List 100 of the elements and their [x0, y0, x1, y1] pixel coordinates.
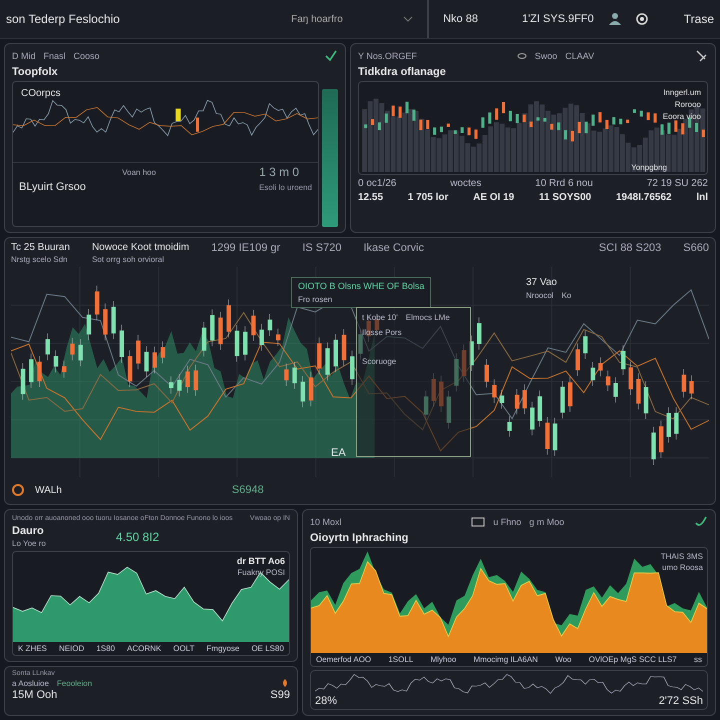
- candle: [460, 127, 464, 133]
- candle: [606, 370, 610, 392]
- candle: [276, 328, 280, 346]
- candle: [646, 112, 650, 120]
- candle: [583, 330, 588, 360]
- candle: [660, 124, 664, 135]
- candle: [598, 112, 602, 122]
- candle: [325, 342, 330, 381]
- candle: [481, 117, 484, 128]
- stat-value: 72 19 SU 262: [646, 178, 708, 189]
- candle: [284, 363, 289, 386]
- candle: [446, 390, 452, 429]
- filter-label[interactable]: CLAAV: [565, 51, 594, 61]
- candle: [94, 285, 100, 320]
- candle: [426, 120, 430, 130]
- header-value: Ikase Corvic: [363, 242, 424, 254]
- card-title: 15M Ooh: [12, 689, 58, 701]
- header-value: IS S720: [302, 242, 342, 254]
- axis-label: Oemerfod AOO: [316, 655, 372, 664]
- legend-label: Eoora vioo: [662, 112, 701, 121]
- candle: [484, 358, 489, 388]
- panel-title: Toopfolx: [12, 66, 59, 78]
- candle: [469, 335, 474, 372]
- footer-value: S6948: [232, 484, 264, 496]
- candle: [644, 381, 648, 420]
- candle: [350, 350, 354, 386]
- axis-label: ACORNK: [127, 644, 162, 653]
- tag-label[interactable]: Fnasl: [44, 51, 66, 61]
- marker-label: EA: [331, 447, 346, 459]
- tag-label[interactable]: D Mid: [12, 51, 36, 61]
- candle: [576, 343, 580, 376]
- candle: [462, 344, 466, 382]
- candle: [194, 364, 198, 396]
- circle-icon: [11, 483, 25, 497]
- candle: [682, 368, 686, 398]
- legend-title: THAIS 3MS: [660, 552, 703, 561]
- candle: [62, 360, 66, 378]
- card-link[interactable]: Feooleion: [56, 678, 92, 688]
- candle: [342, 328, 346, 366]
- candle: [176, 108, 181, 122]
- candle: [514, 388, 520, 415]
- candle: [196, 118, 200, 132]
- candle: [177, 374, 182, 397]
- detail-subtitle: Ilosse Pors: [362, 328, 403, 337]
- candle: [667, 122, 670, 134]
- search-field[interactable]: Faŋ hoarfro: [289, 12, 374, 26]
- candle: [317, 337, 322, 375]
- axis-label: Mmocimg ILA6AN: [474, 655, 538, 664]
- candle: [552, 418, 558, 456]
- legend-title: dr BTT Ao6: [236, 556, 285, 566]
- legend-label: Inngerl.um: [662, 88, 701, 97]
- stat-value: 10 Rrd 6 nou: [535, 178, 593, 189]
- candle: [545, 416, 550, 455]
- candle: [292, 362, 297, 390]
- panel-title: Tidkdra oflanage: [358, 66, 447, 78]
- candle: [689, 375, 694, 400]
- candle: [419, 120, 422, 130]
- toggle-icon[interactable]: [636, 12, 650, 26]
- ticker-value: 1'ZI SYS.9FF0: [522, 13, 594, 25]
- candle: [538, 390, 542, 427]
- candle: [500, 390, 504, 409]
- candle: [492, 378, 497, 404]
- filter-label[interactable]: g m Moo: [529, 517, 564, 527]
- candle: [398, 106, 402, 118]
- candle: [136, 334, 140, 370]
- panel-title: Dauro: [12, 525, 45, 537]
- candle: [495, 108, 498, 120]
- candle: [614, 377, 618, 403]
- candle: [674, 406, 679, 440]
- axis-label: 1S80: [96, 644, 115, 653]
- axis-label: OOLT: [173, 644, 194, 653]
- filter-label[interactable]: Swoo: [534, 51, 558, 61]
- candle: [86, 308, 92, 340]
- candle: [364, 124, 368, 128]
- menu-link[interactable]: Trase: [684, 12, 714, 26]
- candle: [226, 299, 232, 338]
- stat-value: 11 SOYS00: [538, 192, 592, 203]
- legend-subtitle: umo Roosa: [662, 563, 703, 572]
- candle: [612, 117, 616, 125]
- check-icon[interactable]: [324, 49, 338, 63]
- axis-label: Voan hoo: [121, 168, 157, 176]
- window-icon[interactable]: [471, 515, 486, 529]
- candle: [605, 120, 608, 130]
- peak-value: Ko: [562, 291, 572, 300]
- check-icon[interactable]: [694, 515, 708, 529]
- candle: [626, 120, 630, 124]
- legend-subtitle: Fuakny POSI: [237, 568, 285, 577]
- candle: [168, 376, 174, 394]
- tag-label[interactable]: Cooso: [74, 51, 100, 61]
- candle: [144, 346, 149, 378]
- eye-icon[interactable]: [516, 51, 527, 61]
- person-icon[interactable]: [608, 12, 622, 26]
- filter-label[interactable]: u Fhno: [493, 517, 522, 527]
- candle: [78, 338, 83, 366]
- candle: [502, 102, 506, 114]
- candle: [628, 361, 634, 396]
- header-title: Nowoce Koot tmoidim: [92, 242, 190, 253]
- asset-name: BLyuirt Grsoo: [19, 181, 87, 193]
- candle: [654, 113, 657, 123]
- header-value: 1299 IE109 gr: [211, 242, 280, 254]
